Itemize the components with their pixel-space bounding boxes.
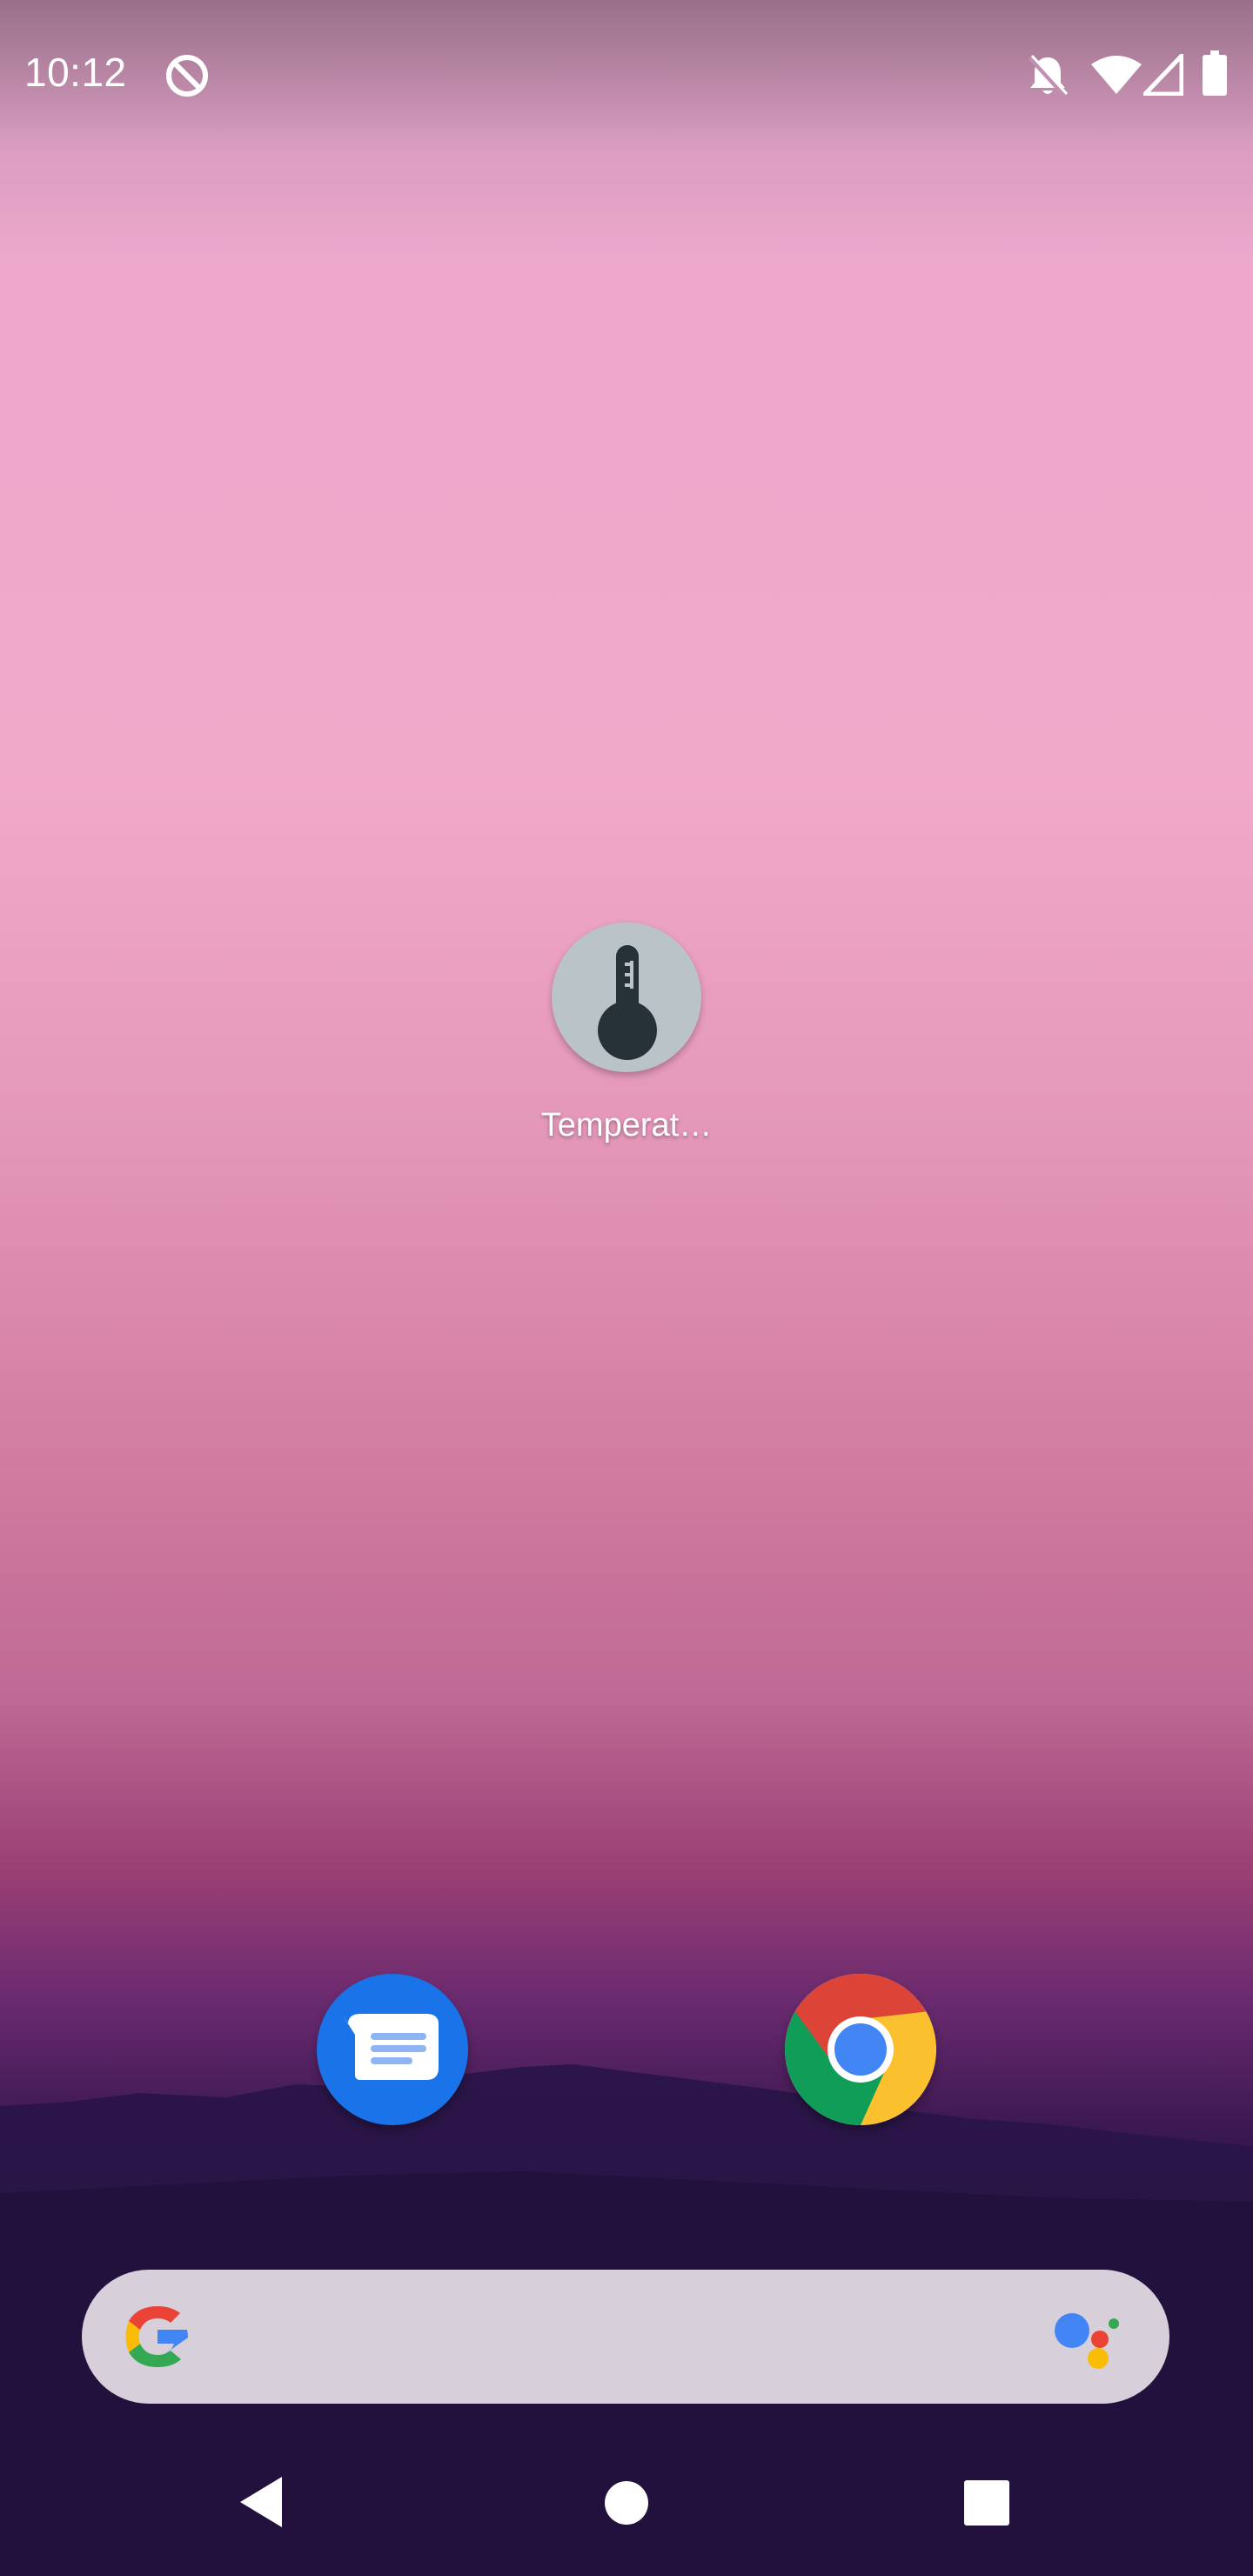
- chrome-app-icon[interactable]: [785, 1974, 936, 2125]
- thermometer-icon: [598, 945, 657, 1060]
- google-assistant-icon[interactable]: [1048, 2298, 1126, 2376]
- messages-app-icon[interactable]: [317, 1974, 468, 2125]
- wifi-icon: [1091, 56, 1142, 94]
- nav-recents-button[interactable]: [964, 2480, 1009, 2526]
- cell-signal-icon: [1143, 54, 1183, 96]
- mountain-silhouette: [0, 2064, 1253, 2576]
- google-g-icon[interactable]: [118, 2298, 197, 2376]
- notifications-off-icon: [1028, 54, 1069, 98]
- messages-icon: [343, 2014, 439, 2080]
- nav-home-button[interactable]: [604, 2480, 649, 2526]
- temperature-app-icon[interactable]: [552, 922, 701, 1072]
- battery-icon: [1203, 50, 1227, 96]
- wallpaper: [0, 0, 1253, 2576]
- app-shortcut-temperature[interactable]: Temperat…: [505, 914, 748, 1157]
- nav-back-button[interactable]: [237, 2475, 285, 2529]
- app-label: Temperat…: [540, 1107, 713, 1144]
- google-search-bar[interactable]: [82, 2270, 1169, 2404]
- status-time: 10:12: [24, 50, 127, 95]
- status-bar: 10:12: [0, 0, 1253, 148]
- chrome-icon: [785, 1974, 936, 2125]
- do-not-disturb-icon: [166, 55, 208, 97]
